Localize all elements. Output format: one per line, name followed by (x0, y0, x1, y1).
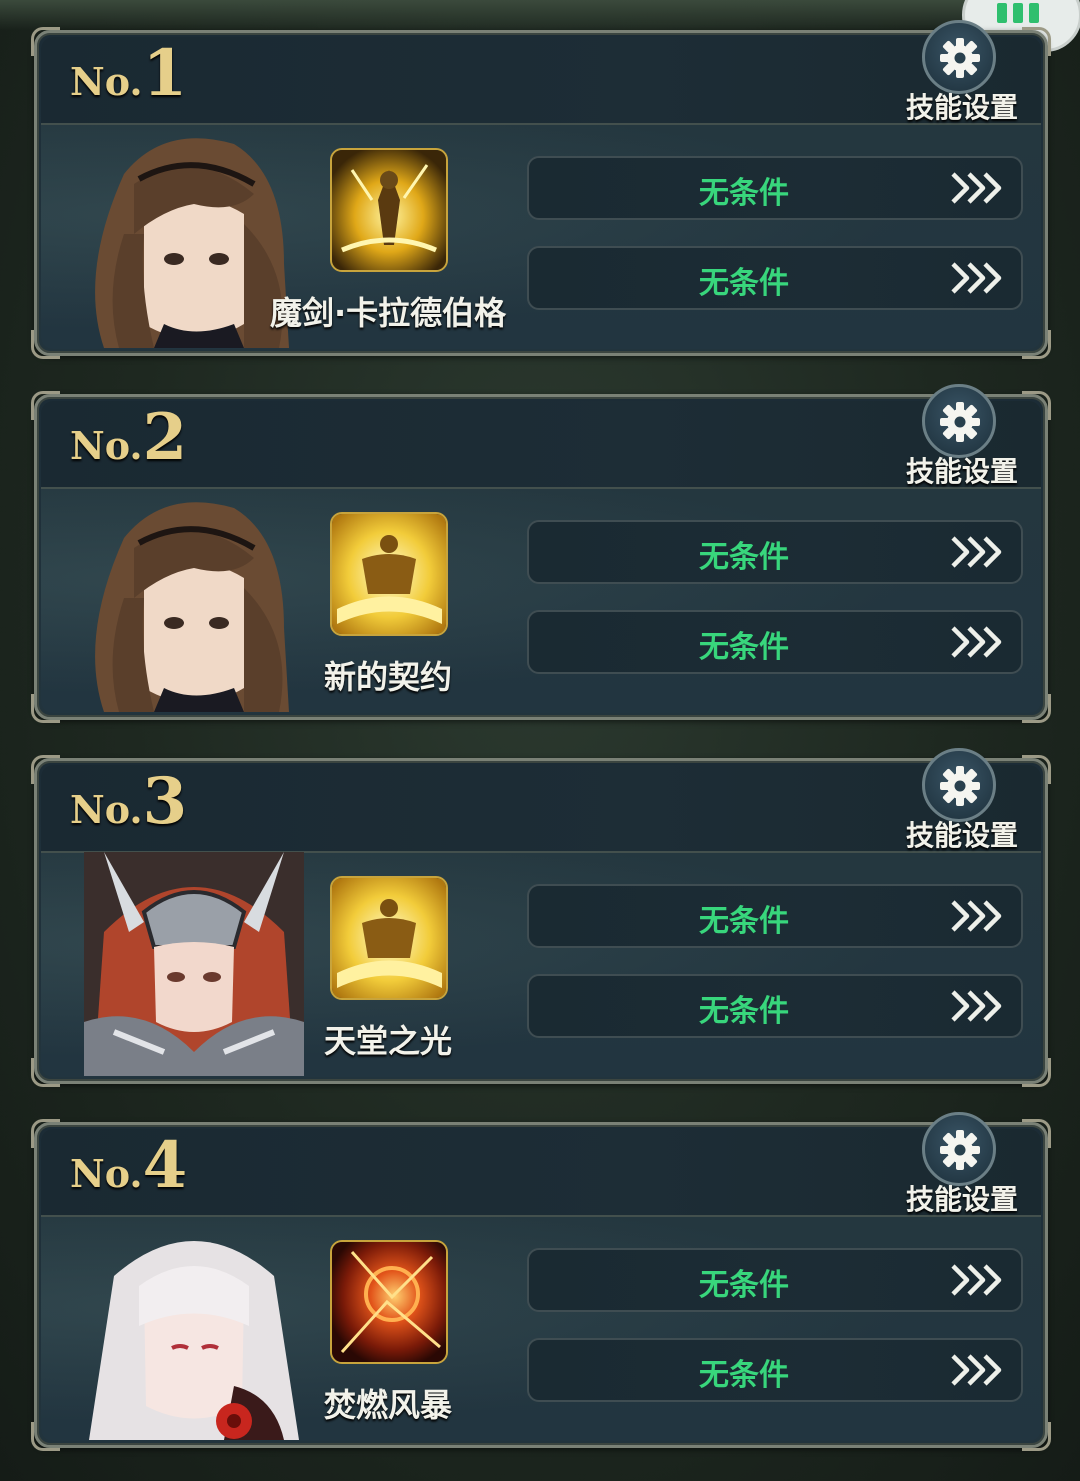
condition-label: 无条件 (699, 266, 789, 301)
signal-bar-icon (1029, 3, 1039, 23)
skill-setting-label[interactable]: 技能设置 (900, 86, 1024, 126)
card-header (41, 1129, 1041, 1217)
signal-bar-icon (1013, 3, 1023, 23)
golden-knight-burst-icon[interactable] (330, 148, 448, 272)
golden-warrior-icon[interactable] (330, 512, 448, 636)
condition-selector-1[interactable]: 无条件 (527, 1248, 1023, 1312)
triple-chevron-right-icon (951, 1354, 1002, 1386)
condition-selector-2[interactable]: 无条件 (527, 1338, 1023, 1402)
frame-corner (1022, 694, 1051, 723)
frame-corner (1022, 1119, 1051, 1148)
skill-name: 新的契约 (324, 658, 453, 696)
condition-label: 无条件 (699, 1268, 789, 1303)
condition-label: 无条件 (699, 1358, 789, 1393)
triple-chevron-right-icon (951, 900, 1002, 932)
frame-corner (31, 330, 60, 359)
triple-chevron-right-icon (951, 536, 1002, 568)
skill-name: 焚燃风暴 (324, 1386, 453, 1424)
character-portrait-white-hair[interactable] (84, 1216, 304, 1440)
frame-corner (31, 391, 60, 420)
triple-chevron-right-icon (951, 626, 1002, 658)
card-header (41, 37, 1041, 125)
condition-selector-2[interactable]: 无条件 (527, 610, 1023, 674)
triple-chevron-right-icon (951, 1264, 1002, 1296)
rank-number: 1 (142, 36, 188, 111)
gear-icon[interactable] (922, 20, 996, 94)
skill-name: 魔剑·卡拉德伯格 (270, 294, 507, 332)
condition-selector-1[interactable]: 无条件 (527, 156, 1023, 220)
skill-slot-card-2: No.2 技能设置 新的契约 无条件 无条件 (31, 384, 1051, 723)
fire-storm-icon[interactable] (330, 1240, 448, 1364)
condition-label: 无条件 (699, 904, 789, 939)
frame-corner (1022, 1422, 1051, 1451)
frame-corner (31, 755, 60, 784)
rank-label: No.1 (70, 42, 187, 106)
skill-slot-card-1: No.1 技能设置 魔剑·卡拉德伯格 无条件 无条件 (31, 20, 1051, 359)
top-background (0, 0, 1080, 30)
triple-chevron-right-icon (951, 262, 1002, 294)
condition-label: 无条件 (699, 540, 789, 575)
frame-corner (31, 27, 60, 56)
frame-corner (1022, 27, 1051, 56)
gear-icon[interactable] (922, 1112, 996, 1186)
rank-prefix: No. (70, 787, 143, 832)
character-portrait-brown-hair[interactable] (84, 488, 304, 712)
condition-selector-1[interactable]: 无条件 (527, 884, 1023, 948)
card-header (41, 765, 1041, 853)
gear-icon[interactable] (922, 384, 996, 458)
condition-label: 无条件 (699, 994, 789, 1029)
frame-corner (1022, 755, 1051, 784)
skill-setting-button[interactable] (922, 1112, 996, 1186)
rank-number: 2 (142, 400, 188, 475)
triple-chevron-right-icon (951, 172, 1002, 204)
skill-setting-button[interactable] (922, 748, 996, 822)
skill-setting-button[interactable] (922, 20, 996, 94)
card-header (41, 401, 1041, 489)
frame-corner (31, 1119, 60, 1148)
frame-corner (31, 1422, 60, 1451)
frame-corner (31, 1058, 60, 1087)
rank-label: No.2 (70, 406, 187, 470)
condition-label: 无条件 (699, 176, 789, 211)
condition-selector-2[interactable]: 无条件 (527, 246, 1023, 310)
skill-setting-label[interactable]: 技能设置 (900, 814, 1024, 854)
triple-chevron-right-icon (951, 990, 1002, 1022)
rank-number: 3 (142, 764, 188, 839)
frame-corner (31, 694, 60, 723)
frame-corner (1022, 1058, 1051, 1087)
skill-slot-card-3: No.3 技能设置 天堂之光 无条件 无条件 (31, 748, 1051, 1087)
rank-prefix: No. (70, 59, 143, 104)
rank-prefix: No. (70, 1151, 143, 1196)
rank-number: 4 (142, 1128, 188, 1203)
golden-warrior-icon[interactable] (330, 876, 448, 1000)
skill-slot-card-4: No.4 技能设置 焚燃风暴 无条件 无条件 (31, 1112, 1051, 1451)
character-portrait-red-hair-knight[interactable] (84, 852, 304, 1076)
condition-selector-2[interactable]: 无条件 (527, 974, 1023, 1038)
skill-setting-label[interactable]: 技能设置 (900, 1178, 1024, 1218)
skill-setting-button[interactable] (922, 384, 996, 458)
condition-selector-1[interactable]: 无条件 (527, 520, 1023, 584)
signal-bar-icon (997, 3, 1007, 23)
skill-name: 天堂之光 (324, 1022, 453, 1060)
rank-label: No.4 (70, 1134, 187, 1198)
frame-corner (1022, 330, 1051, 359)
rank-prefix: No. (70, 423, 143, 468)
condition-label: 无条件 (699, 630, 789, 665)
gear-icon[interactable] (922, 748, 996, 822)
frame-corner (1022, 391, 1051, 420)
skill-setting-label[interactable]: 技能设置 (900, 450, 1024, 490)
rank-label: No.3 (70, 770, 187, 834)
